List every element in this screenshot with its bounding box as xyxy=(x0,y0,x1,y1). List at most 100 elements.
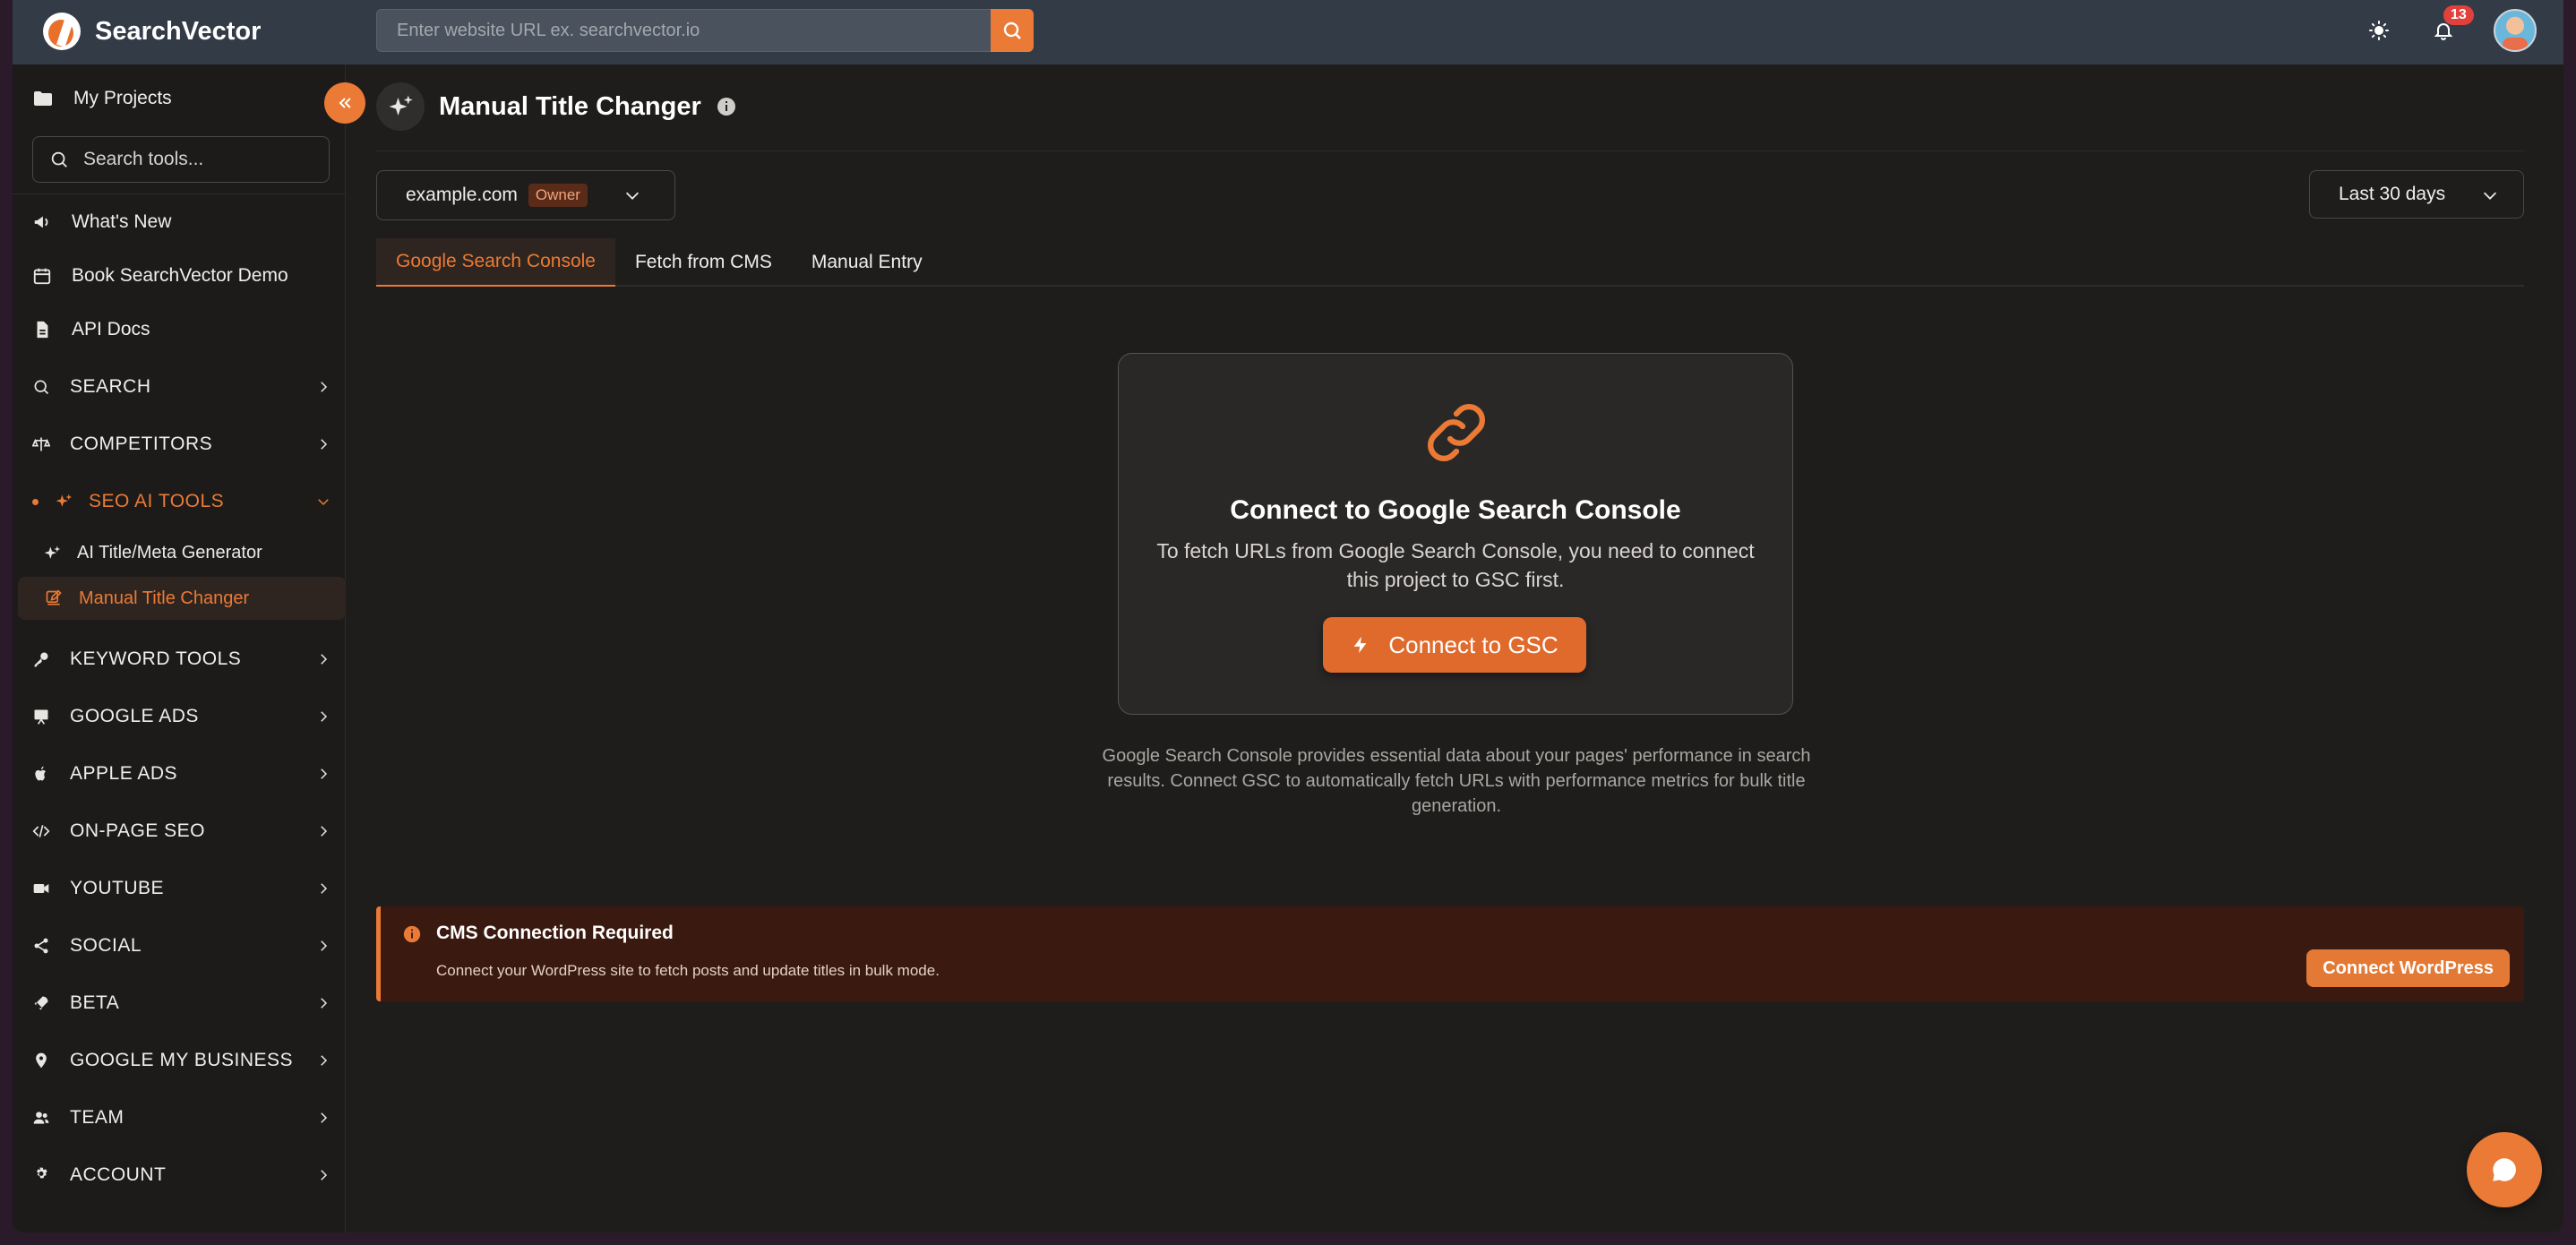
sidebar-section-seo-ai-tools[interactable]: SEO AI TOOLS xyxy=(32,491,331,512)
sidebar-section-keyword-tools[interactable]: KEYWORD TOOLS xyxy=(32,648,331,670)
top-bar: SearchVector 13 xyxy=(13,0,2563,64)
sidebar-item-label: What's New xyxy=(72,211,172,232)
notification-badge: 13 xyxy=(2443,5,2474,25)
sidebar-section-label: APPLE ADS xyxy=(70,763,178,784)
sidebar-section-label: GOOGLE ADS xyxy=(70,706,199,726)
sidebar-item-book-demo[interactable]: Book SearchVector Demo xyxy=(32,265,288,287)
link-icon xyxy=(1428,404,1485,461)
sidebar-item-label: API Docs xyxy=(72,319,150,339)
apple-icon xyxy=(35,766,46,781)
video-icon xyxy=(33,884,49,893)
sidebar-section-beta[interactable]: BETA xyxy=(32,992,331,1014)
gear-icon xyxy=(37,1167,47,1179)
chevron-down-icon xyxy=(318,499,329,506)
chevron-right-icon xyxy=(321,439,328,450)
cms-notice-description: Connect your WordPress site to fetch pos… xyxy=(436,962,940,979)
cms-notice-title: CMS Connection Required xyxy=(436,923,674,943)
connect-gsc-button[interactable]: Connect to GSC xyxy=(1323,617,1586,673)
gsc-connect-card: Connect to Google Search Console To fetc… xyxy=(1118,353,1793,715)
source-tabs: Google Search Console Fetch from CMS Man… xyxy=(376,238,2524,287)
sidebar-item-my-projects[interactable]: My Projects xyxy=(32,88,172,109)
tab-fetch-from-cms[interactable]: Fetch from CMS xyxy=(615,238,792,287)
key-icon xyxy=(34,652,48,667)
calendar-icon xyxy=(33,268,51,285)
project-selector[interactable]: example.com Owner xyxy=(376,170,675,220)
sidebar-section-apple-ads[interactable]: APPLE ADS xyxy=(32,763,331,785)
notifications-button[interactable]: 13 xyxy=(2429,5,2474,45)
page-title: Manual Title Changer xyxy=(439,91,701,121)
url-search-button[interactable] xyxy=(991,9,1034,52)
owner-badge: Owner xyxy=(528,184,588,207)
cms-connection-notice: CMS Connection Required Connect your Wor… xyxy=(376,906,2524,1001)
sidebar-sub-item-ai-title-meta[interactable]: AI Title/Meta Generator xyxy=(43,543,262,563)
sidebar-section-account[interactable]: ACCOUNT xyxy=(32,1164,331,1186)
chevron-down-icon xyxy=(625,192,640,200)
folder-icon xyxy=(34,91,52,106)
search-icon xyxy=(1003,21,1021,39)
chevron-right-icon xyxy=(321,1112,328,1123)
collapse-sidebar-button[interactable] xyxy=(324,82,365,124)
sidebar-section-label: ON-PAGE SEO xyxy=(70,820,205,841)
chat-button[interactable] xyxy=(2467,1132,2542,1207)
chevron-right-icon xyxy=(321,768,328,779)
sidebar-section-label: BETA xyxy=(70,992,120,1013)
sidebar-item-api-docs[interactable]: API Docs xyxy=(32,319,150,340)
sparkles-icon xyxy=(56,494,73,507)
sidebar-section-search[interactable]: SEARCH xyxy=(32,376,331,398)
sidebar-section-label: TEAM xyxy=(70,1107,125,1128)
app-name: SearchVector xyxy=(95,16,262,46)
chevron-right-icon xyxy=(321,940,328,951)
tools-search-input[interactable] xyxy=(83,149,316,170)
logo[interactable]: SearchVector xyxy=(43,13,261,50)
chevron-right-icon xyxy=(321,826,328,837)
sidebar-section-on-page-seo[interactable]: ON-PAGE SEO xyxy=(32,820,331,842)
presentation-icon xyxy=(34,709,48,725)
info-icon[interactable] xyxy=(716,96,737,117)
chevron-right-icon xyxy=(321,883,328,894)
sidebar-section-label: SOCIAL xyxy=(70,935,142,956)
sidebar-section-google-my-business[interactable]: GOOGLE MY BUSINESS xyxy=(32,1050,331,1071)
chat-bubble-icon xyxy=(2493,1158,2516,1181)
url-search-bar xyxy=(376,9,1034,52)
users-icon xyxy=(33,1112,49,1124)
app-window: SearchVector 13 My Projects xyxy=(13,0,2563,1232)
scale-icon xyxy=(32,437,50,451)
gsc-info-note: Google Search Console provides essential… xyxy=(1102,746,1811,816)
sun-icon xyxy=(2369,21,2389,40)
sidebar-section-competitors[interactable]: COMPETITORS xyxy=(32,434,331,455)
date-range-selector[interactable]: Last 30 days xyxy=(2309,170,2524,219)
sidebar-section-label: GOOGLE MY BUSINESS xyxy=(70,1050,294,1070)
map-pin-icon xyxy=(36,1052,47,1069)
sidebar-section-google-ads[interactable]: GOOGLE ADS xyxy=(32,706,331,727)
sparkles-icon xyxy=(389,95,413,116)
active-dot xyxy=(32,498,39,505)
sparkles-icon xyxy=(44,545,61,559)
url-search-input[interactable] xyxy=(376,9,991,52)
sidebar-section-label: COMPETITORS xyxy=(70,434,213,454)
page-header: Manual Title Changer xyxy=(376,82,737,131)
connect-wordpress-button[interactable]: Connect WordPress xyxy=(2306,949,2510,987)
sidebar-section-youtube[interactable]: YOUTUBE xyxy=(32,878,331,899)
date-range-label: Last 30 days xyxy=(2339,184,2446,204)
chevron-right-icon xyxy=(321,1055,328,1066)
sidebar-sub-item-manual-title-changer[interactable]: Manual Title Changer xyxy=(18,577,346,620)
tools-search-field xyxy=(32,136,330,183)
page-icon xyxy=(376,82,425,131)
sidebar-section-label: KEYWORD TOOLS xyxy=(70,648,242,669)
theme-toggle-button[interactable] xyxy=(2365,16,2393,45)
sidebar-sub-item-label: AI Title/Meta Generator xyxy=(77,543,262,562)
sidebar-section-label: YOUTUBE xyxy=(70,878,165,898)
chevrons-left-icon xyxy=(339,98,351,108)
search-icon xyxy=(34,380,49,395)
sidebar-section-team[interactable]: TEAM xyxy=(32,1107,331,1129)
sidebar-section-social[interactable]: SOCIAL xyxy=(32,935,331,957)
user-avatar[interactable] xyxy=(2494,9,2537,52)
edit-icon xyxy=(46,589,62,605)
sidebar-item-whats-new[interactable]: What's New xyxy=(32,211,171,233)
search-icon xyxy=(51,151,67,167)
tab-manual-entry[interactable]: Manual Entry xyxy=(792,238,942,287)
sidebar: My Projects What's New Book SearchVector… xyxy=(13,64,365,1232)
code-icon xyxy=(32,825,50,837)
tab-google-search-console[interactable]: Google Search Console xyxy=(376,238,615,287)
header-divider xyxy=(376,150,2524,151)
